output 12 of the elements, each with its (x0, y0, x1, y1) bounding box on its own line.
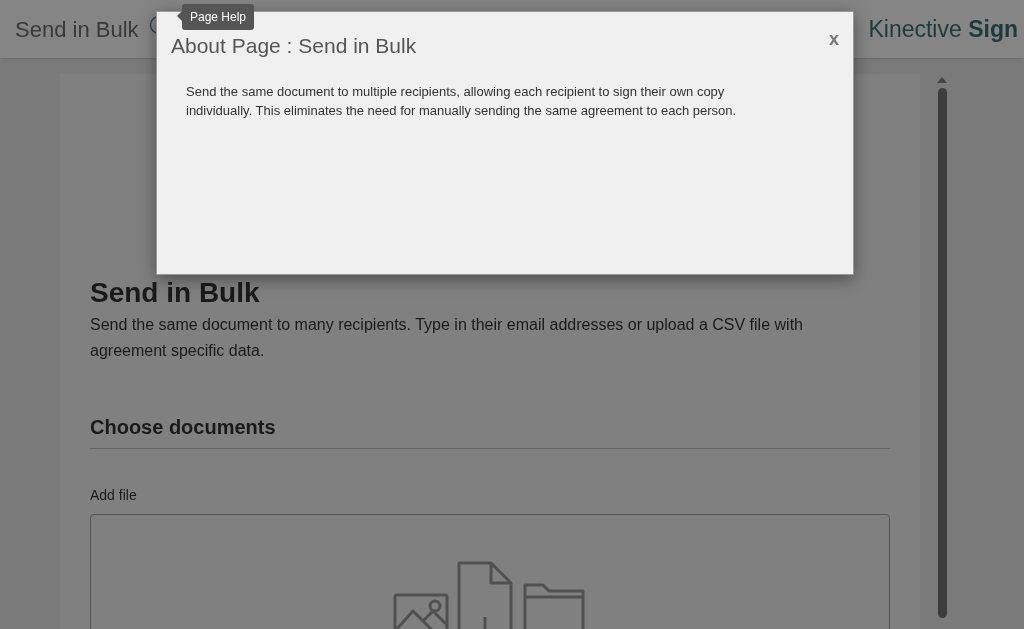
page-heading: Send in Bulk (90, 276, 261, 310)
brand-logo: Kinective Sign (867, 14, 1018, 44)
scroll-up-icon[interactable] (937, 76, 947, 84)
page-title: Send in Bulk (15, 15, 139, 44)
dialog-title: About Page : Send in Bulk (171, 33, 417, 59)
scrollbar-thumb[interactable] (937, 88, 947, 618)
tooltip-text: Page Help (190, 10, 247, 24)
page-description: Send the same document to many recipients. Type in their email addresses or upload a CSV file with agreement specific data. (90, 315, 804, 361)
field-label: Add file (90, 486, 138, 505)
section-heading: Choose documents (90, 415, 277, 440)
close-button[interactable]: x (829, 30, 839, 48)
dialog-body: Send the same document to multiple recipients, allowing each recipient to sign their own copy individually. This eliminates the need for manually sending the same agreement to each person. (185, 82, 738, 120)
